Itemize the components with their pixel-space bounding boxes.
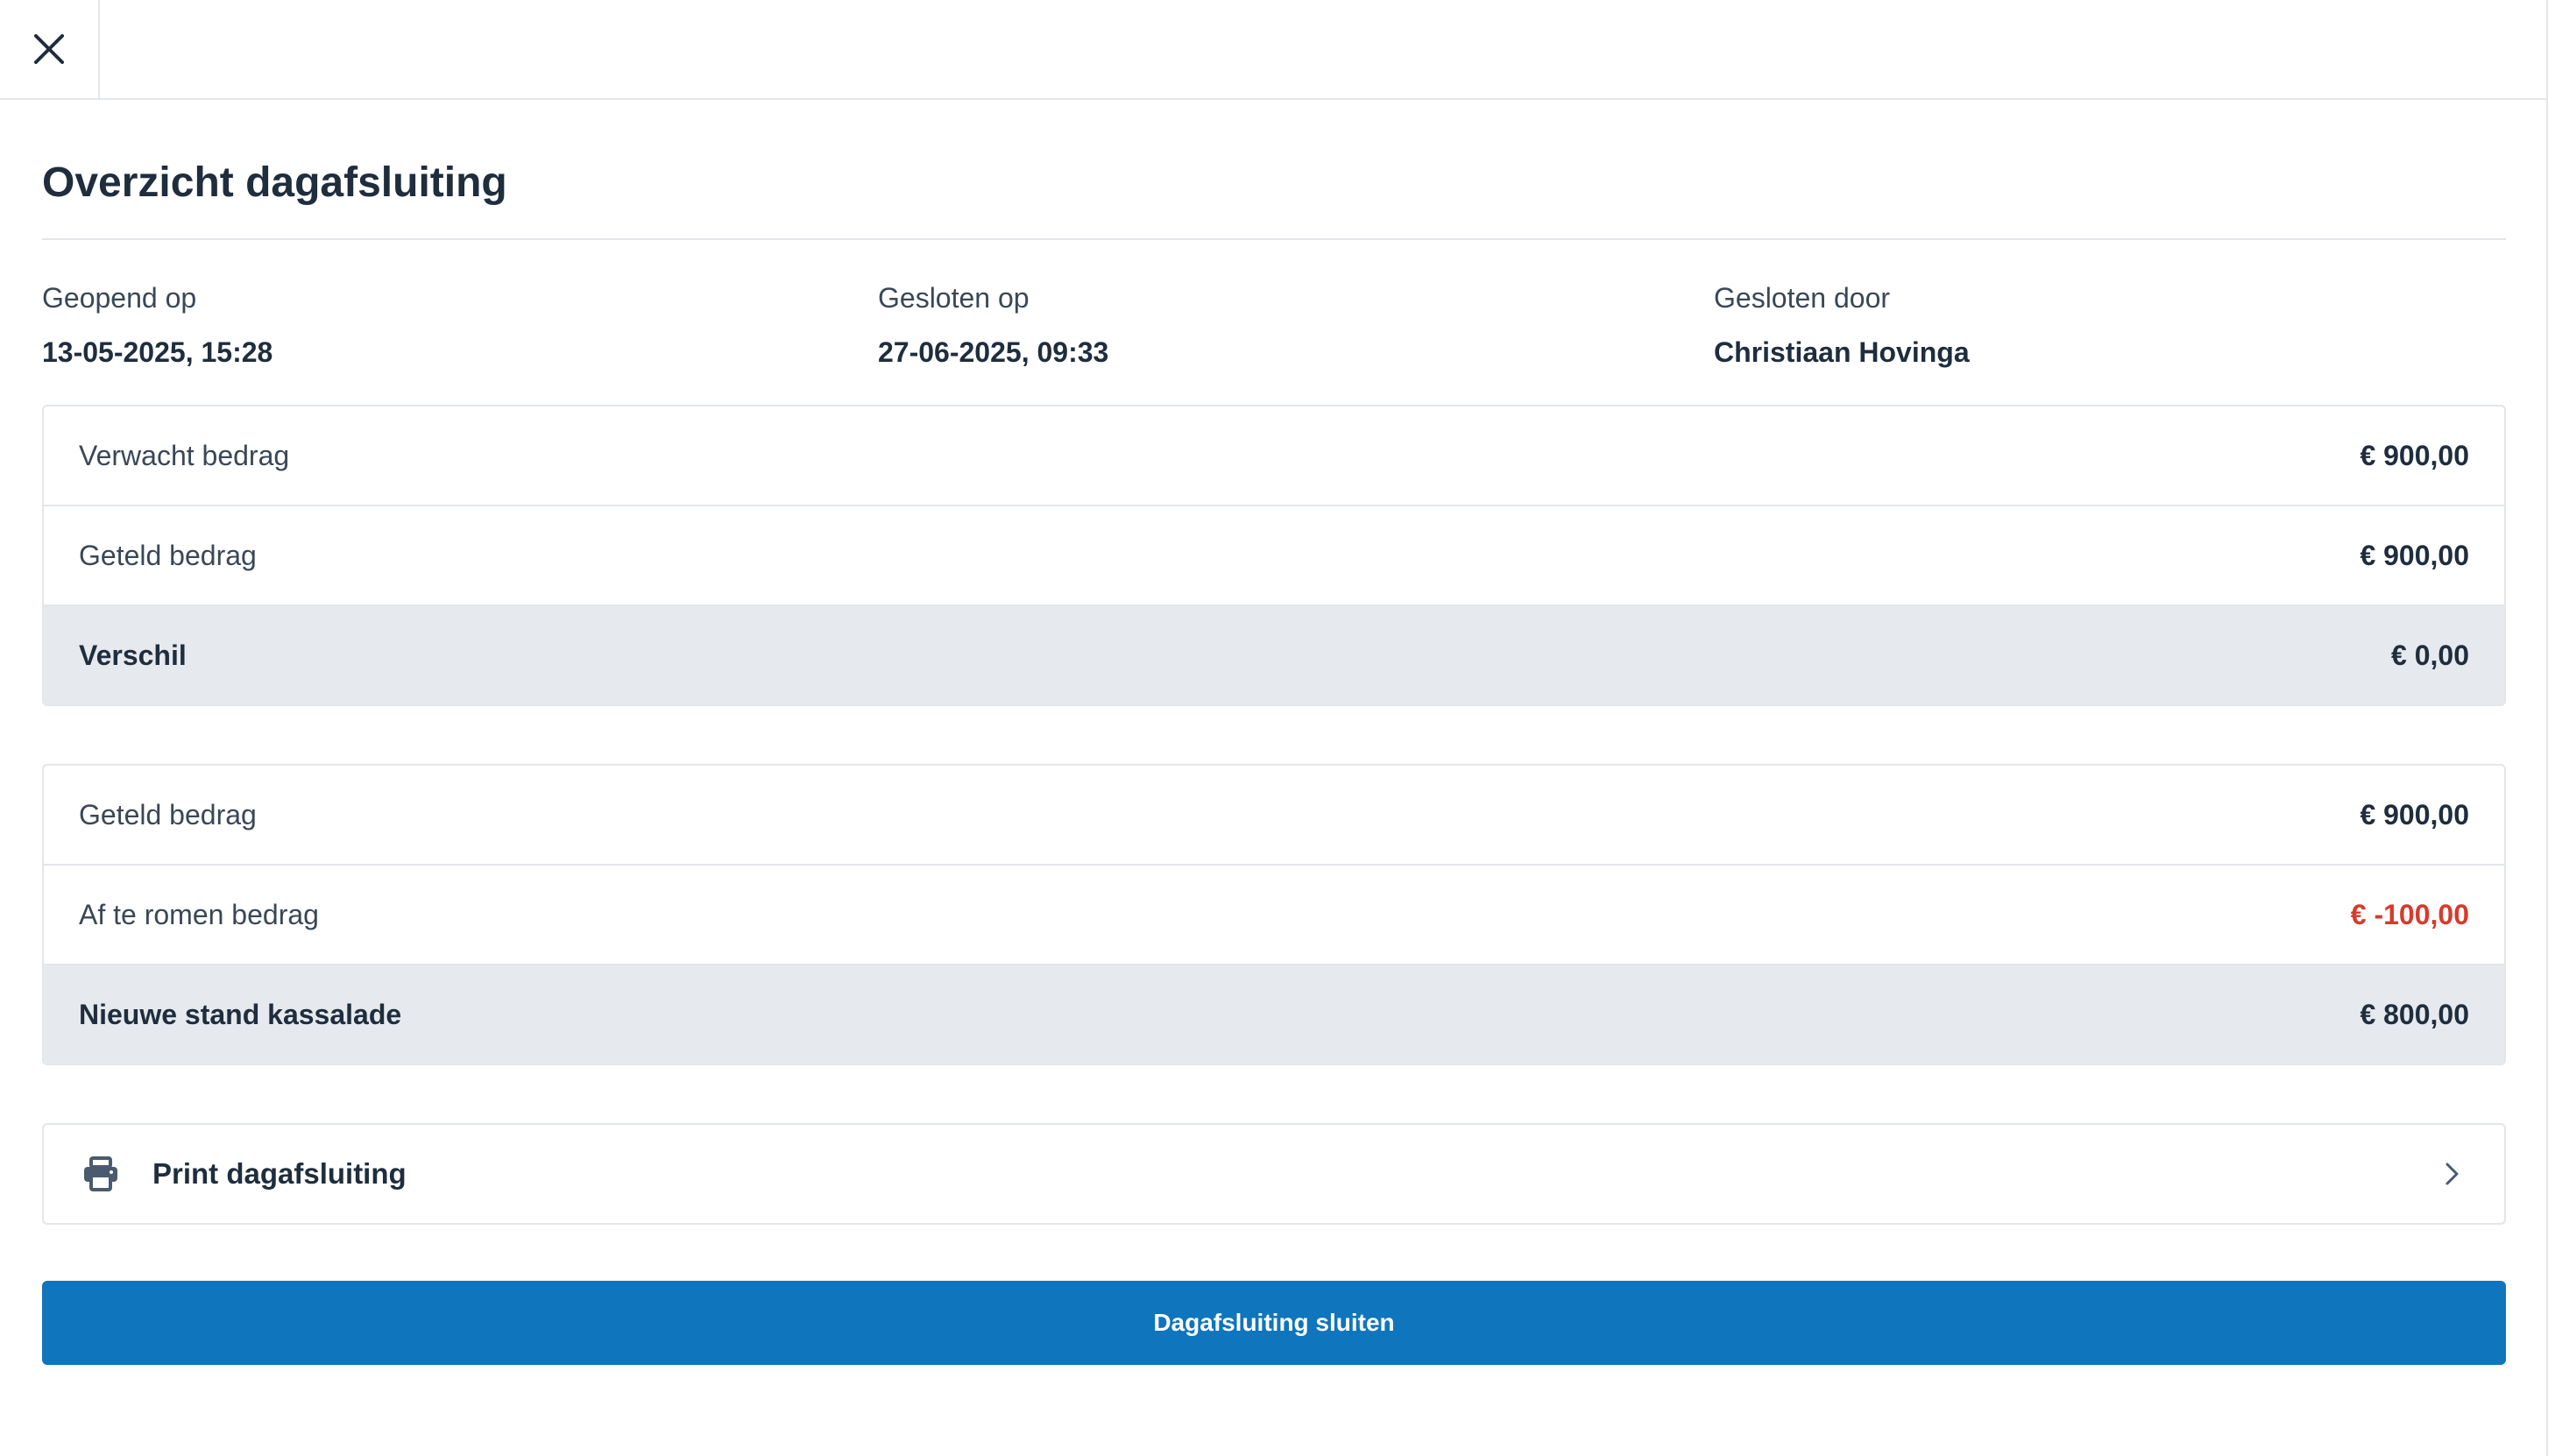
new-drawer-balance-row: Nieuwe stand kassalade € 800,00 (44, 964, 2504, 1064)
skim-amount-row: Af te romen bedrag € -100,00 (44, 864, 2504, 964)
expected-amount-row: Verwacht bedrag € 900,00 (44, 406, 2504, 505)
meta-value: Christiaan Hovinga (1714, 336, 1970, 368)
row-label: Nieuwe stand kassalade (79, 998, 402, 1030)
row-value: € 800,00 (2360, 998, 2469, 1030)
page-title: Overzicht dagafsluiting (42, 159, 507, 206)
close-button[interactable] (0, 0, 100, 98)
row-label: Af te romen bedrag (79, 898, 319, 930)
print-label: Print dagafsluiting (152, 1157, 407, 1190)
content: Overzicht dagafsluiting Geopend op 13-05… (42, 100, 2506, 1365)
row-value: € 900,00 (2360, 539, 2469, 571)
row-label: Verschil (79, 639, 187, 671)
close-day-closing-button[interactable]: Dagafsluiting sluiten (42, 1281, 2506, 1365)
closing-meta: Geopend op 13-05-2025, 15:28 Gesloten op… (42, 240, 2506, 387)
meta-label: Gesloten op (878, 282, 1030, 314)
meta-label: Geopend op (42, 282, 197, 314)
drawer-card: Geteld bedrag € 900,00 Af te romen bedra… (42, 764, 2506, 1065)
print-day-closing-button[interactable]: Print dagafsluiting (42, 1123, 2506, 1225)
printer-icon (82, 1155, 121, 1193)
meta-value: 27-06-2025, 09:33 (878, 336, 1109, 368)
row-value-negative: € -100,00 (2350, 898, 2469, 930)
row-value: € 900,00 (2360, 798, 2469, 830)
chevron-right-icon (2439, 1161, 2466, 1187)
difference-row: Verschil € 0,00 (44, 604, 2504, 704)
summary-card: Verwacht bedrag € 900,00 Geteld bedrag €… (42, 405, 2506, 706)
page-background (2550, 0, 2555, 1456)
close-icon (34, 34, 64, 64)
row-label: Verwacht bedrag (79, 439, 290, 471)
top-bar (0, 0, 2548, 100)
row-label: Geteld bedrag (79, 798, 257, 830)
row-label: Geteld bedrag (79, 539, 257, 571)
counted-amount-row: Geteld bedrag € 900,00 (44, 505, 2504, 604)
counted-amount-row: Geteld bedrag € 900,00 (44, 766, 2504, 864)
day-closing-panel: Overzicht dagafsluiting Geopend op 13-05… (0, 0, 2548, 1456)
meta-label: Gesloten door (1714, 282, 1891, 314)
row-value: € 900,00 (2360, 439, 2469, 471)
row-value: € 0,00 (2391, 639, 2469, 671)
meta-value: 13-05-2025, 15:28 (42, 336, 273, 368)
